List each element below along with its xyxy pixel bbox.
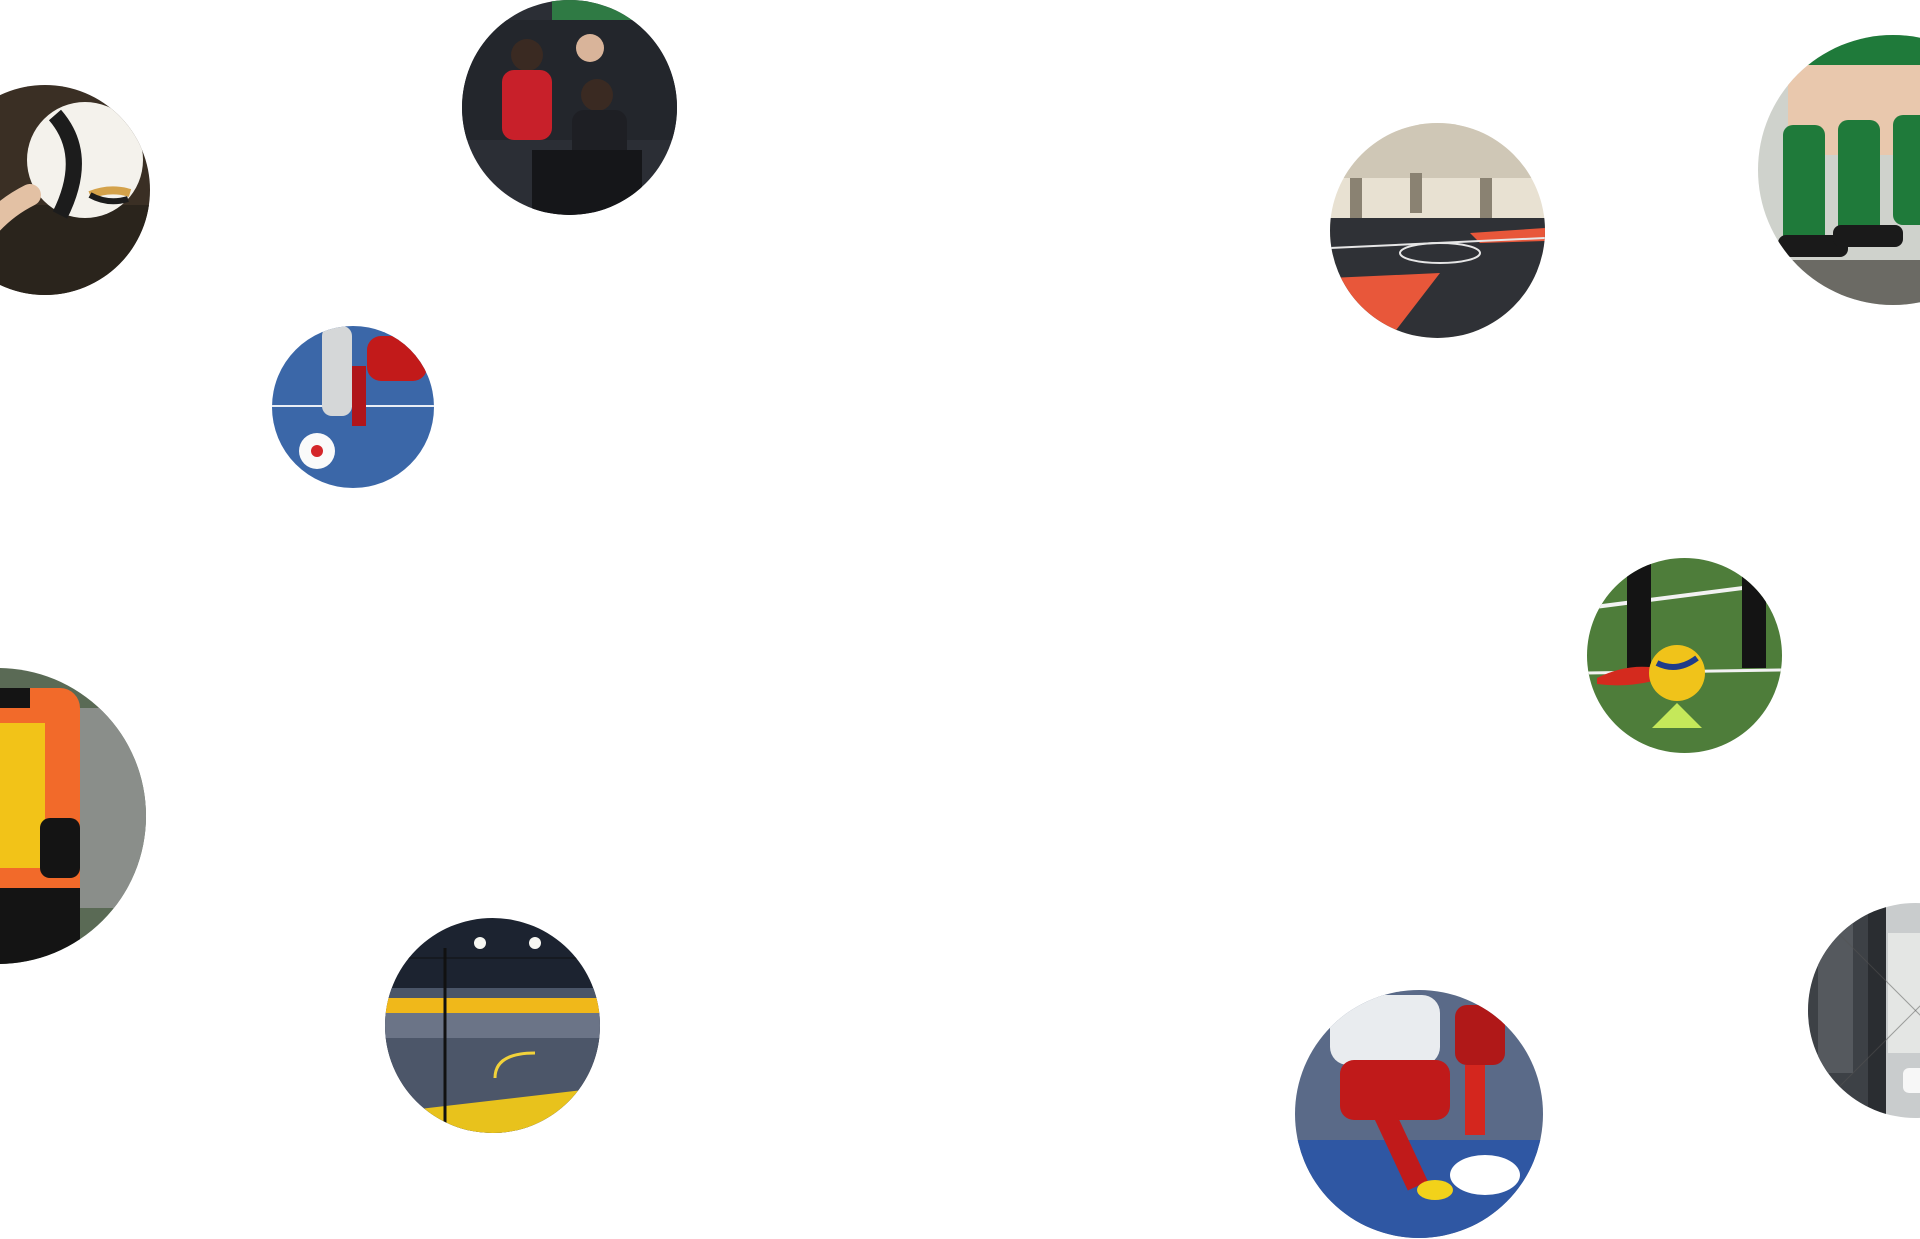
training-bib-photo <box>0 668 146 964</box>
photo-collage-stage <box>0 0 1920 1239</box>
training-cone-photo <box>1587 558 1782 753</box>
ball-on-ground-photo <box>0 85 150 295</box>
caged-pitch-photo <box>385 918 600 1133</box>
futsal-tackle-photo <box>1295 990 1543 1238</box>
indoor-court-photo <box>1330 123 1545 338</box>
futsal-dribble-photo <box>272 326 434 488</box>
bench-players-photo <box>462 0 677 215</box>
green-socks-photo <box>1758 35 1920 305</box>
netted-court-photo <box>1808 903 1920 1118</box>
